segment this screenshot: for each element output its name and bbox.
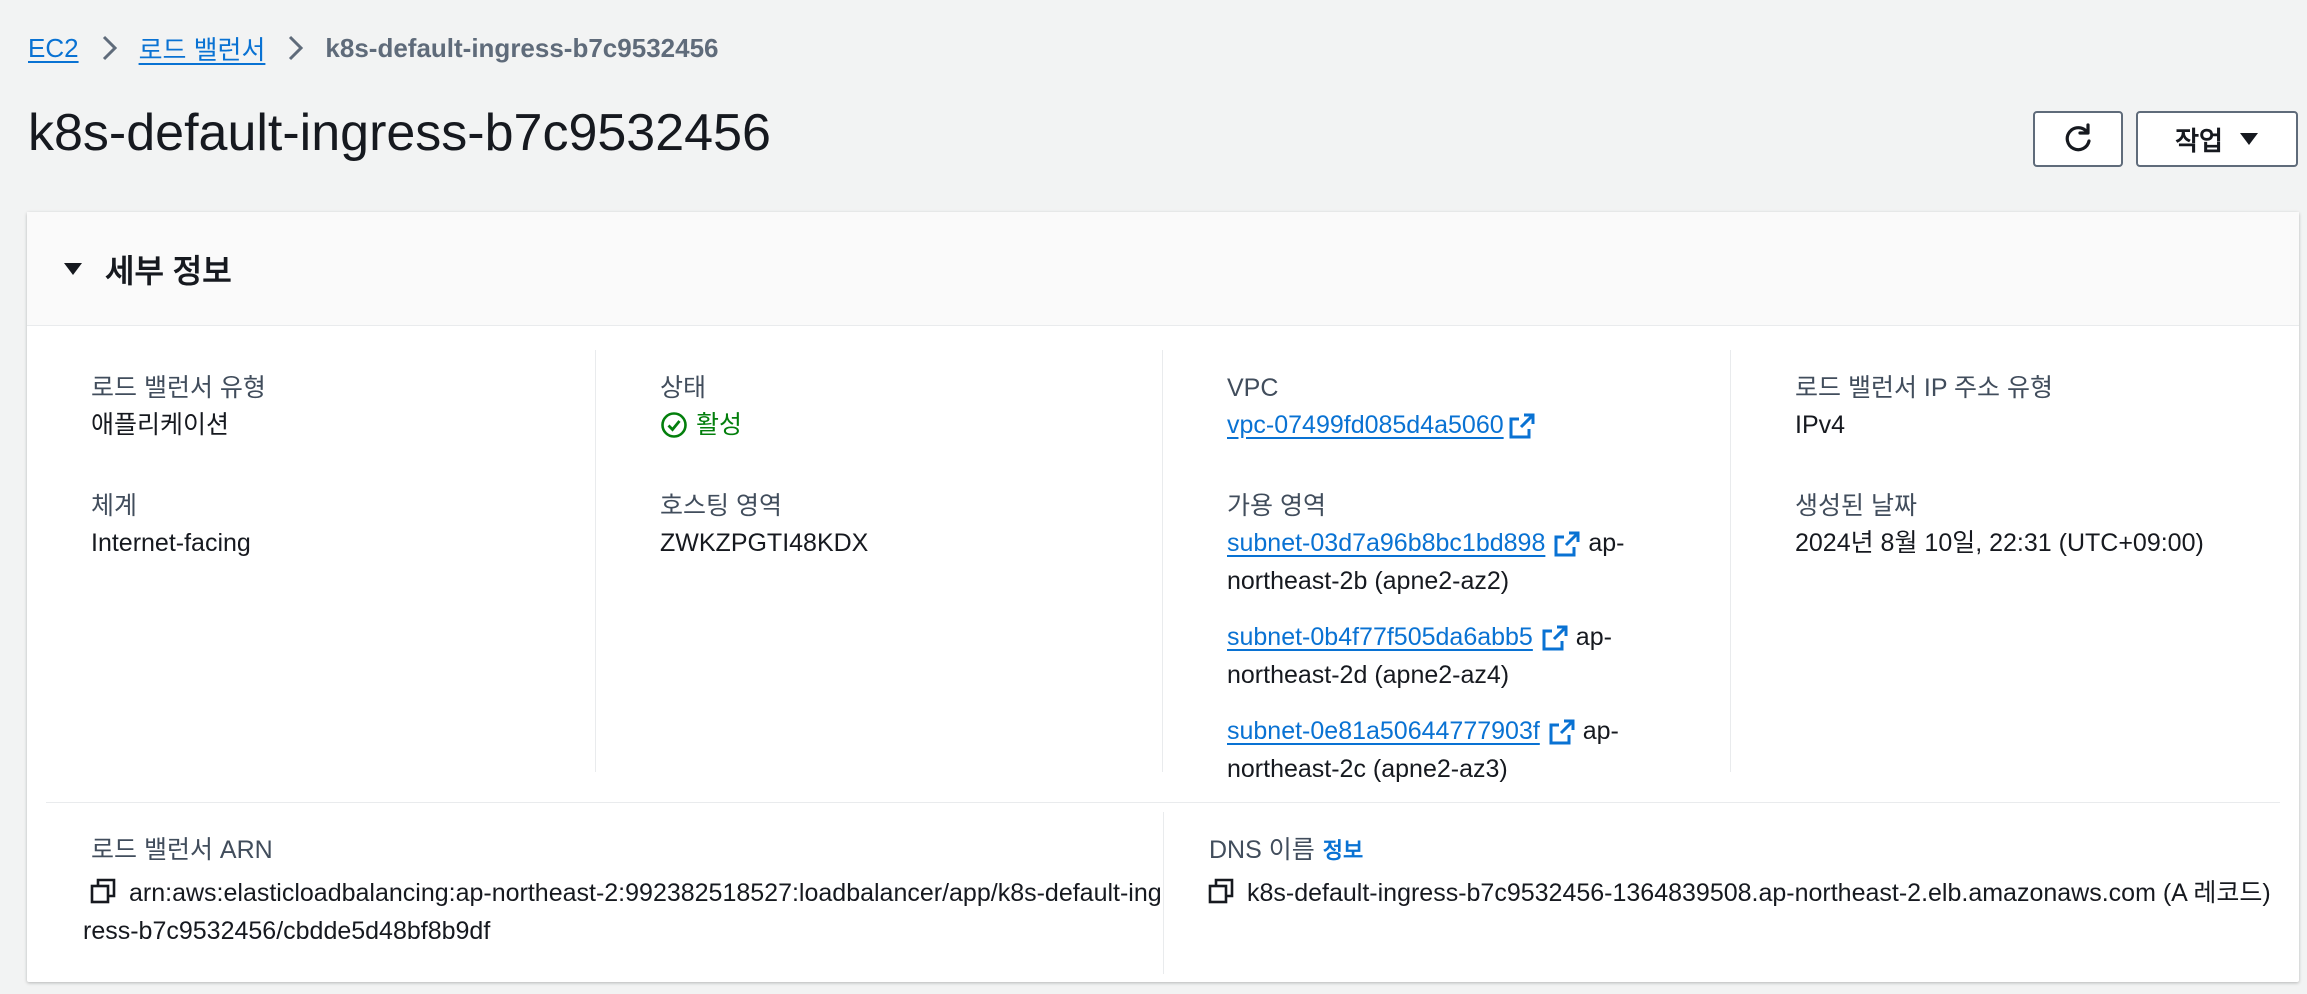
details-panel-header[interactable]: 세부 정보 (27, 212, 2299, 326)
status-field: 상태 활성 (660, 370, 742, 444)
actions-dropdown-button[interactable]: 작업 (2136, 111, 2298, 167)
copy-icon[interactable] (1207, 877, 1235, 905)
chevron-right-icon (275, 28, 315, 68)
scheme-value: Internet-facing (91, 529, 251, 557)
dns-copy-line: k8s-default-ingress-b7c9532456-136483950… (1201, 874, 2281, 912)
vpc-field: VPC vpc-07499fd085d4a5060 (1227, 370, 1536, 444)
ip-type-field: 로드 밸런서 IP 주소 유형 IPv4 (1795, 370, 2053, 444)
status-badge: 활성 (660, 406, 742, 444)
breadcrumb-current: k8s-default-ingress-b7c9532456 (325, 32, 719, 63)
vpc-label: VPC (1227, 374, 1279, 402)
availability-zones-field: 가용 영역 subnet-03d7a96b8bc1bd898 ap-northe… (1227, 488, 1657, 806)
breadcrumb-load-balancers-link[interactable]: 로드 밸런서 (139, 30, 266, 67)
created-date-field: 생성된 날짜 2024년 8월 10일, 22:31 (UTC+09:00) (1795, 488, 2204, 562)
lb-type-label: 로드 밸런서 유형 (91, 374, 266, 402)
hosted-zone-value: ZWKZPGTI48KDX (660, 529, 869, 557)
hosted-zone-label: 호스팅 영역 (660, 492, 782, 520)
scheme-field: 체계 Internet-facing (91, 488, 251, 562)
subnet-item: subnet-0b4f77f505da6abb5 ap-northeast-2d… (1227, 618, 1657, 694)
details-panel: 세부 정보 로드 밸런서 유형 애플리케이션 체계 Internet-facin… (27, 212, 2299, 982)
dns-field: DNS 이름 정보 k8s-default-ingress-b7c9532456-… (1163, 812, 2281, 974)
vpc-link[interactable]: vpc-07499fd085d4a5060 (1227, 411, 1504, 439)
arn-field: 로드 밸런서 ARN arn:aws:elasticloadbalancing:… (46, 812, 1163, 974)
details-column-4: 로드 밸런서 IP 주소 유형 IPv4 생성된 날짜 2024년 8월 10일… (1730, 350, 2297, 772)
status-label: 상태 (660, 374, 707, 402)
breadcrumb: EC2 로드 밸런서 k8s-default-ingress-b7c953245… (28, 28, 719, 68)
details-column-3: VPC vpc-07499fd085d4a5060 가용 영역 subnet-0… (1162, 350, 1729, 783)
subnet-item: subnet-03d7a96b8bc1bd898 ap-northeast-2b… (1227, 524, 1657, 600)
dns-value: k8s-default-ingress-b7c9532456-136483950… (1247, 879, 2271, 907)
external-link-icon[interactable] (1508, 412, 1536, 440)
refresh-icon (2065, 123, 2091, 152)
dns-info-link[interactable]: 정보 (1323, 838, 1363, 863)
refresh-button[interactable] (2033, 111, 2123, 167)
subnet-link[interactable]: subnet-0e81a50644777903f (1227, 717, 1540, 745)
details-grid: 로드 밸런서 유형 애플리케이션 체계 Internet-facing 상태 활… (27, 326, 2299, 786)
external-link-icon[interactable] (1541, 624, 1569, 652)
details-section-title: 세부 정보 (105, 252, 232, 289)
ip-type-value: IPv4 (1795, 411, 1846, 439)
page-title: k8s-default-ingress-b7c9532456 (28, 104, 771, 162)
caret-down-icon[interactable] (63, 261, 83, 277)
subnet-link[interactable]: subnet-03d7a96b8bc1bd898 (1227, 529, 1545, 557)
check-circle-icon (661, 412, 687, 438)
ip-type-label: 로드 밸런서 IP 주소 유형 (1795, 374, 2053, 402)
hosted-zone-field: 호스팅 영역 ZWKZPGTI48KDX (660, 488, 868, 562)
chevron-right-icon (89, 28, 129, 68)
subnet-link[interactable]: subnet-0b4f77f505da6abb5 (1227, 623, 1533, 651)
copy-icon[interactable] (89, 877, 117, 905)
subnet-item: subnet-0e81a50644777903f ap-northeast-2c… (1227, 712, 1657, 788)
scheme-label: 체계 (91, 492, 138, 520)
divider (46, 802, 2280, 803)
arn-copy-line: arn:aws:elasticloadbalancing:ap-northeas… (83, 874, 1163, 950)
lb-type-value: 애플리케이션 (91, 411, 230, 439)
breadcrumb-ec2-link[interactable]: EC2 (28, 33, 79, 64)
status-value: 활성 (696, 411, 743, 439)
lb-type-field: 로드 밸런서 유형 애플리케이션 (91, 370, 266, 444)
created-date-value: 2024년 8월 10일, 22:31 (UTC+09:00) (1795, 529, 2204, 557)
external-link-icon[interactable] (1553, 530, 1581, 558)
actions-button-label: 작업 (2175, 125, 2223, 156)
dns-label-row: DNS 이름 정보 (1209, 832, 1363, 869)
details-column-2: 상태 활성 호스팅 영역 ZWKZPGTI48KDX (595, 350, 1162, 772)
dns-label: DNS 이름 (1209, 836, 1315, 864)
caret-down-icon (2239, 133, 2258, 145)
availability-zones-label: 가용 영역 (1227, 492, 1326, 520)
details-column-1: 로드 밸런서 유형 애플리케이션 체계 Internet-facing (46, 350, 613, 772)
arn-value: arn:aws:elasticloadbalancing:ap-northeas… (83, 879, 1162, 945)
arn-label: 로드 밸런서 ARN (91, 836, 273, 864)
external-link-icon[interactable] (1548, 718, 1576, 746)
created-date-label: 생성된 날짜 (1795, 492, 1917, 520)
